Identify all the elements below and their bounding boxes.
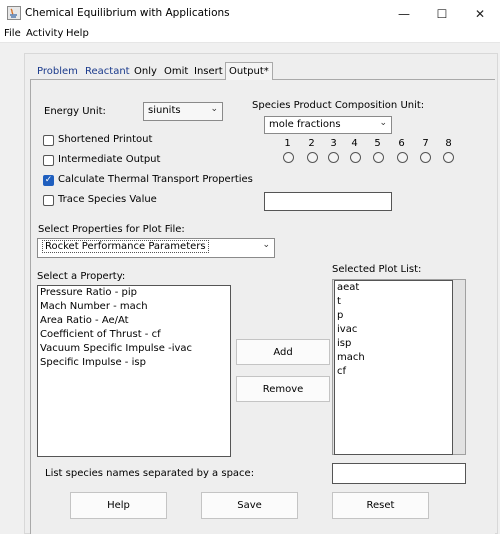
list-item[interactable]: ivac: [335, 323, 452, 337]
shortened-printout-label: Shortened Printout: [58, 134, 153, 145]
selected-plot-scrollpane[interactable]: aeat t p ivac isp mach cf: [332, 279, 466, 455]
radio-number-4: 4: [351, 138, 358, 149]
intermediate-output-label: Intermediate Output: [58, 154, 161, 165]
plot-file-value: Rocket Performance Parameters: [42, 240, 209, 253]
thermal-transport-label: Calculate Thermal Transport Properties: [58, 174, 253, 185]
radio-number-6: 6: [398, 138, 405, 149]
menu-activity[interactable]: Activity: [26, 28, 63, 39]
radio-2[interactable]: [307, 152, 318, 163]
radio-number-2: 2: [308, 138, 315, 149]
trace-species-input[interactable]: [264, 192, 392, 211]
species-comp-unit-value: mole fractions: [269, 119, 341, 130]
list-item[interactable]: Mach Number - mach: [38, 300, 230, 314]
radio-number-3: 3: [330, 138, 337, 149]
radio-5[interactable]: [373, 152, 384, 163]
list-item[interactable]: isp: [335, 337, 452, 351]
list-item[interactable]: mach: [335, 351, 452, 365]
energy-unit-select[interactable]: siunits ⌄: [143, 102, 223, 121]
list-item[interactable]: cf: [335, 365, 452, 379]
radio-number-5: 5: [374, 138, 381, 149]
add-button[interactable]: Add: [236, 339, 330, 365]
list-item[interactable]: t: [335, 295, 452, 309]
selected-plot-list[interactable]: aeat t p ivac isp mach cf: [334, 280, 453, 455]
energy-unit-value: siunits: [148, 105, 181, 116]
tab-insert[interactable]: Insert: [191, 64, 226, 80]
chevron-down-icon: ⌄: [379, 118, 387, 128]
reset-button[interactable]: Reset: [332, 492, 429, 519]
select-property-label: Select a Property:: [37, 271, 126, 282]
list-item[interactable]: aeat: [335, 281, 452, 295]
plot-file-select[interactable]: Rocket Performance Parameters ⌄: [37, 238, 275, 258]
tab-reactant[interactable]: Reactant: [82, 64, 133, 80]
help-button[interactable]: Help: [70, 492, 167, 519]
menu-file[interactable]: File: [4, 28, 21, 39]
radio-number-1: 1: [284, 138, 291, 149]
property-list[interactable]: Pressure Ratio - pip Mach Number - mach …: [37, 285, 231, 457]
list-item[interactable]: Coefficient of Thrust - cf: [38, 328, 230, 342]
tab-only[interactable]: Only: [131, 64, 160, 80]
radio-7[interactable]: [420, 152, 431, 163]
shortened-printout-checkbox[interactable]: [43, 135, 54, 146]
tab-output[interactable]: Output*: [225, 62, 273, 80]
remove-button[interactable]: Remove: [236, 376, 330, 402]
window-title: Chemical Equilibrium with Applications: [25, 7, 230, 19]
species-comp-unit-label: Species Product Composition Unit:: [252, 100, 425, 111]
trace-species-label: Trace Species Value: [58, 194, 157, 205]
thermal-transport-checkbox[interactable]: ✓: [43, 175, 54, 186]
species-names-input[interactable]: [332, 463, 466, 484]
list-item[interactable]: Vacuum Specific Impulse -ivac: [38, 342, 230, 356]
close-button[interactable]: ✕: [457, 0, 500, 27]
java-app-icon: [7, 6, 21, 20]
species-names-label: List species names separated by a space:: [45, 468, 255, 479]
tab-problem[interactable]: Problem: [34, 64, 81, 80]
radio-number-8: 8: [445, 138, 452, 149]
radio-number-7: 7: [422, 138, 429, 149]
chevron-down-icon: ⌄: [262, 240, 270, 250]
energy-unit-label: Energy Unit:: [44, 106, 106, 117]
intermediate-output-checkbox[interactable]: [43, 155, 54, 166]
trace-species-checkbox[interactable]: [43, 195, 54, 206]
checkmark-icon: ✓: [44, 175, 53, 185]
radio-6[interactable]: [397, 152, 408, 163]
list-item[interactable]: Area Ratio - Ae/At: [38, 314, 230, 328]
list-item[interactable]: Specific Impulse - isp: [38, 356, 230, 370]
tab-omit[interactable]: Omit: [161, 64, 191, 80]
menu-bar: File Activity Help: [0, 27, 500, 43]
chevron-down-icon: ⌄: [210, 104, 218, 114]
radio-8[interactable]: [443, 152, 454, 163]
list-item[interactable]: p: [335, 309, 452, 323]
radio-1[interactable]: [283, 152, 294, 163]
radio-4[interactable]: [350, 152, 361, 163]
save-button[interactable]: Save: [201, 492, 298, 519]
species-comp-unit-select[interactable]: mole fractions ⌄: [264, 116, 392, 134]
menu-help[interactable]: Help: [66, 28, 89, 39]
list-item[interactable]: Pressure Ratio - pip: [38, 286, 230, 300]
title-bar: Chemical Equilibrium with Applications —…: [0, 0, 500, 27]
radio-3[interactable]: [328, 152, 339, 163]
selected-plot-list-label: Selected Plot List:: [332, 264, 422, 275]
plot-file-label: Select Properties for Plot File:: [38, 224, 185, 235]
